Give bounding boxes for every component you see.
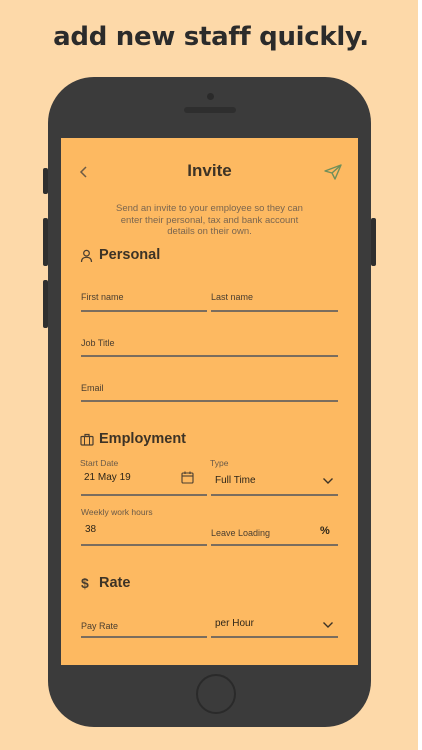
percent-icon: % [320,525,330,537]
last-name-placeholder: Last name [211,292,254,302]
intro-line-1: Send an invite to your employee so they … [116,203,303,214]
rate-period-underline [211,636,338,638]
rate-period-select[interactable]: per Hour [211,616,338,638]
first-name-placeholder: First name [81,292,124,302]
mute-switch [43,168,48,194]
intro-line-2: enter their personal, tax and bank accou… [120,214,299,226]
send-invite-button[interactable] [323,163,343,181]
home-button[interactable] [196,674,236,714]
volume-up-button [43,218,48,266]
email-placeholder: Email [81,383,104,393]
weekly-hours-label: Weekly work hours [81,507,153,517]
pay-rate-underline [81,636,207,638]
start-date-field[interactable]: 21 May 19 [81,470,207,492]
marketing-headline: add new staff quickly. [53,22,369,52]
leave-loading-field[interactable]: Leave Loading % [211,522,338,544]
start-date-label: Start Date [80,458,119,468]
leave-loading-underline [211,544,338,546]
first-name-field[interactable]: First name [81,292,207,312]
job-title-underline [81,355,338,357]
intro-text: Send an invite to your employee so they … [61,203,358,238]
weekly-hours-field[interactable]: 38 [81,522,207,544]
pay-rate-placeholder: Pay Rate [81,621,119,631]
last-name-field[interactable]: Last name [211,292,338,312]
earpiece-speaker [184,107,236,113]
intro-line-3: details on their own. [167,226,252,237]
email-underline [81,400,338,402]
app-screen: Invite Send an invite to your employee s… [61,138,358,665]
volume-down-button [43,280,48,328]
type-underline [211,494,338,496]
type-value: Full Time [215,475,256,486]
chevron-down-icon [322,621,334,629]
last-name-underline [211,310,338,312]
job-title-placeholder: Job Title [81,338,115,348]
start-date-value: 21 May 19 [84,472,131,483]
dollar-icon: $ [81,575,89,591]
pay-rate-field[interactable]: Pay Rate [81,618,207,638]
power-button [371,218,376,266]
weekly-hours-underline [81,544,207,546]
section-title-personal: Personal [99,247,161,263]
first-name-underline [81,310,207,312]
section-title-employment: Employment [99,431,187,447]
type-select[interactable]: Full Time [211,471,338,493]
start-date-underline [81,494,207,496]
right-edge-strip [418,0,422,750]
rate-period-value: per Hour [215,618,254,629]
paper-plane-icon [324,164,342,180]
type-label: Type [210,458,229,468]
front-camera [207,93,214,100]
chevron-down-icon [322,477,334,485]
page-title: Invite [187,161,232,180]
calendar-icon[interactable] [181,471,194,484]
weekly-hours-value: 38 [85,524,97,535]
section-title-rate: Rate [99,575,131,591]
person-icon [80,249,93,263]
leave-loading-placeholder: Leave Loading [211,528,271,538]
briefcase-icon [80,433,94,446]
